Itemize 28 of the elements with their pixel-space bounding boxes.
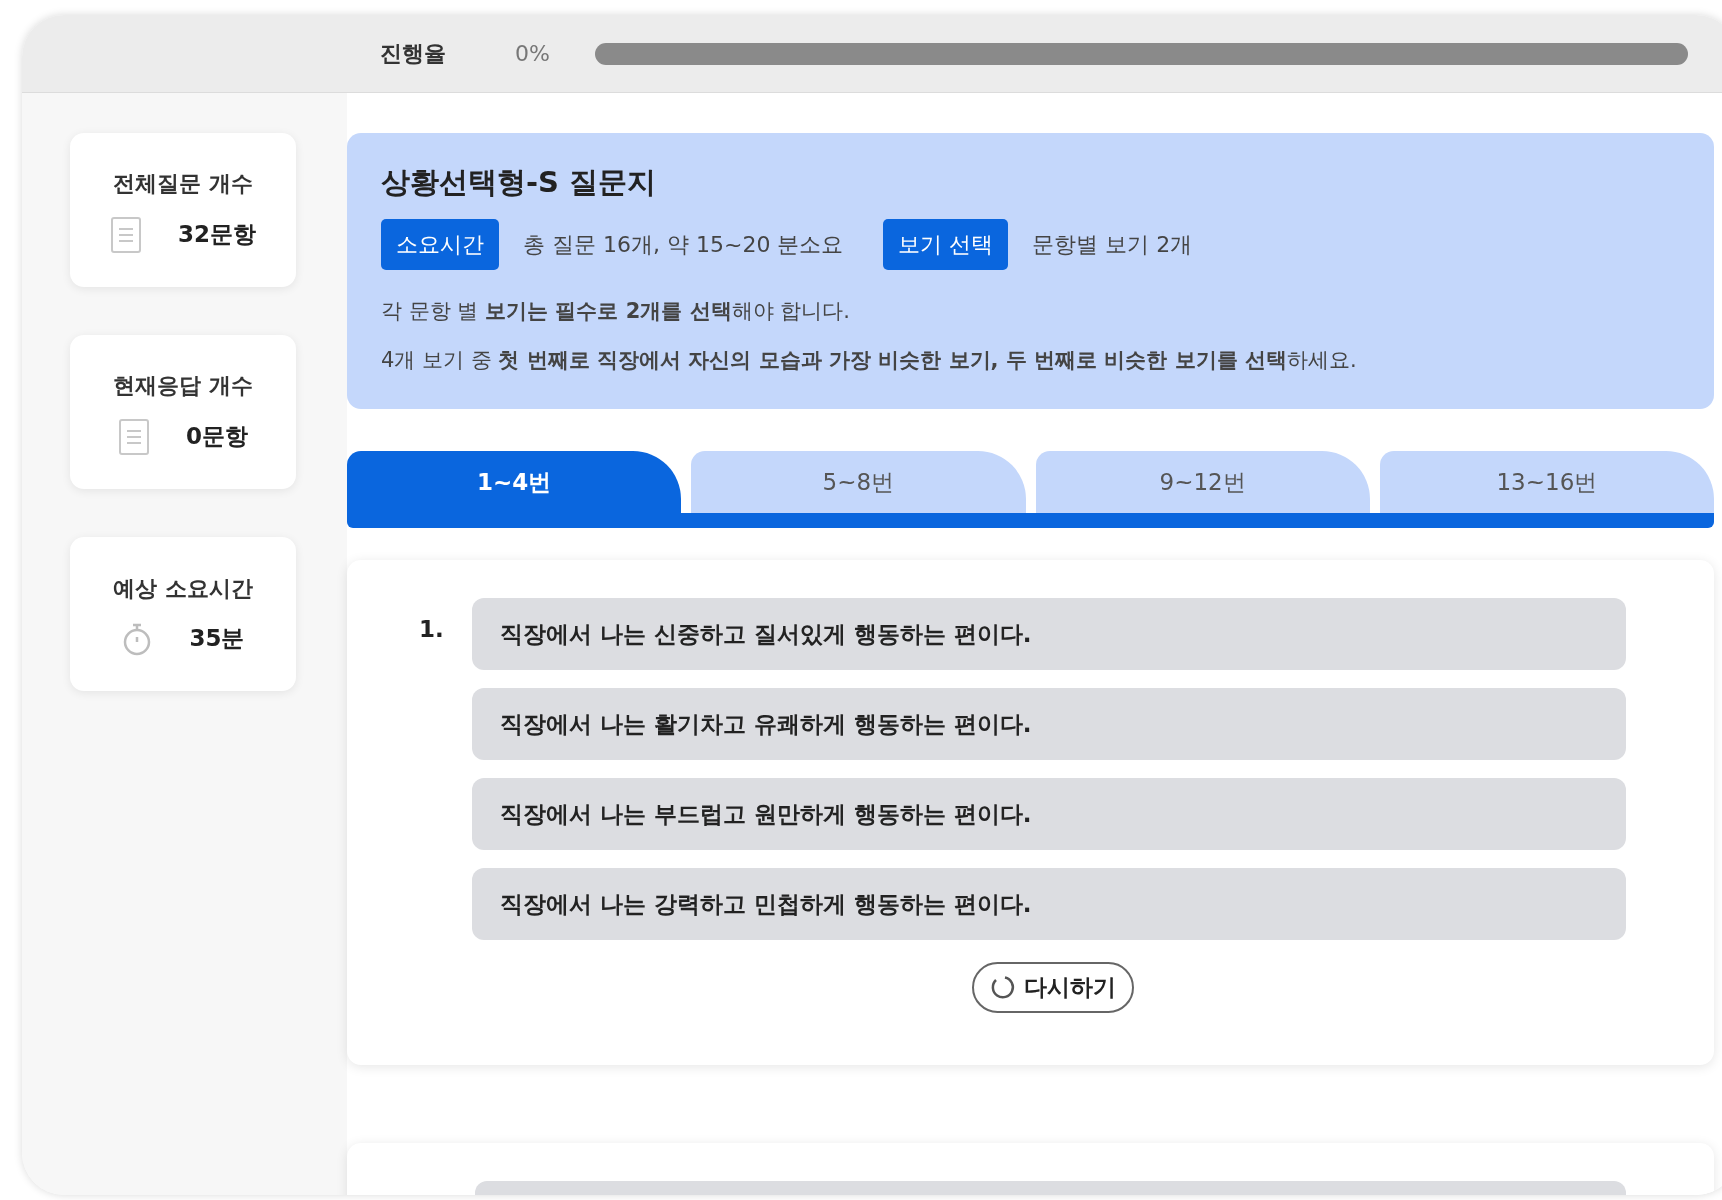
answer-option[interactable]: 직장에서 나는 신중하고 질서있게 행동하는 편이다. (471, 598, 1626, 670)
stat-value: 0문항 (186, 422, 248, 452)
instruction-text: 각 문항 별 보기는 필수로 2개를 선택해야 합니다. (381, 297, 851, 325)
reset-button[interactable]: 다시하기 (971, 962, 1134, 1013)
answer-option[interactable]: 직장에서 나는 부드럽고 원만하게 행동하는 편이다. (471, 778, 1626, 850)
document-icon (110, 215, 142, 254)
stat-value: 35분 (189, 624, 245, 654)
instruction-text: 4개 보기 중 첫 번째로 직장에서 자신의 모습과 가장 비슷한 보기, 두 번째로 비슷한 보기를 선택하세요. (381, 347, 1358, 374)
question-number: 1. (419, 615, 444, 644)
info-badge: 소요시간 (381, 218, 499, 270)
info-text: 문항별 보기 2개 (1032, 230, 1193, 259)
stat-label: 현재응답 개수 (113, 371, 253, 400)
range-tab[interactable]: 13~16번 (1379, 451, 1714, 513)
range-tab[interactable]: 9~12번 (1035, 451, 1370, 513)
stat-label: 예상 소요시간 (113, 574, 253, 603)
range-tab[interactable]: 1~4번 (347, 451, 682, 513)
range-tab[interactable]: 5~8번 (691, 451, 1026, 513)
info-text: 총 질문 16개, 약 15~20 분소요 (523, 230, 844, 259)
answer-option[interactable]: 직장에서 나는 활기차고 유쾌하게 행동하는 편이다. (471, 688, 1626, 760)
stat-label: 전체질문 개수 (113, 169, 253, 198)
progress-label: 진행율 (380, 40, 447, 68)
info-badge: 보기 선택 (883, 218, 1009, 270)
questionnaire-title: 상황선택형-S 질문지 (381, 164, 658, 201)
refresh-icon (989, 974, 1016, 1001)
answer-option[interactable]: 직장에서 나는 강력하고 민첩하게 행동하는 편이다. (471, 868, 1626, 940)
progress-value: 0% (515, 40, 551, 68)
document-icon (118, 417, 150, 456)
stat-value: 32문항 (178, 220, 256, 250)
